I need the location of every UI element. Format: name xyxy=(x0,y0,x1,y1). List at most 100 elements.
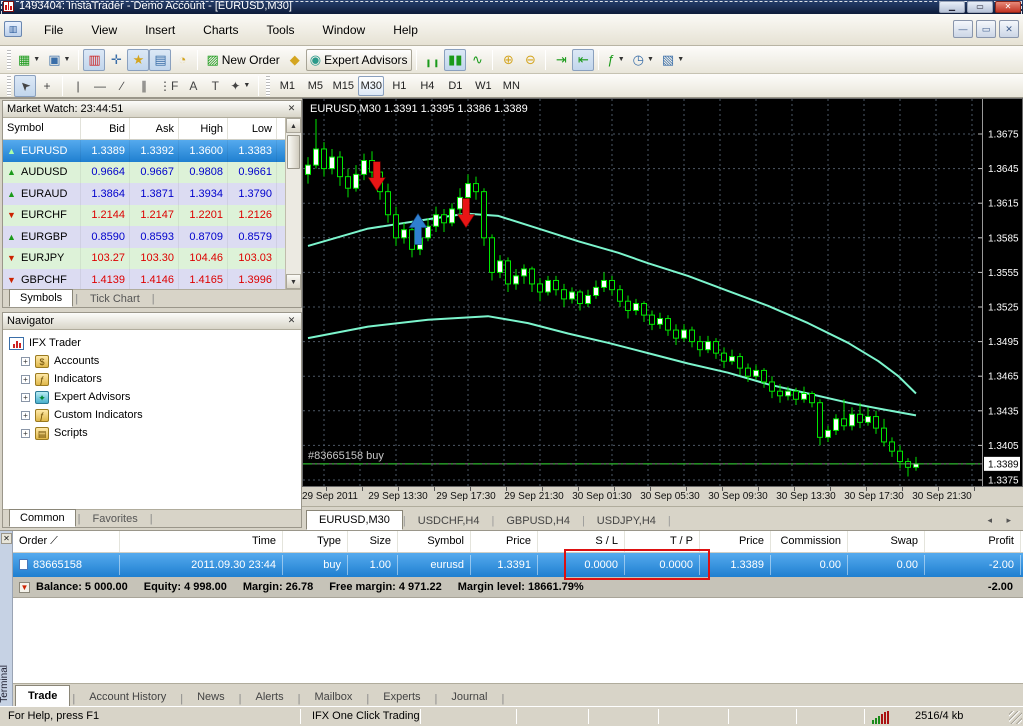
market-watch-scrollbar[interactable]: ▲ ▼ xyxy=(285,118,301,289)
market-watch-row-eurjpy[interactable]: ▼EURJPY103.27103.30104.46103.03 xyxy=(3,248,285,270)
title-bar[interactable]: 1493404: InstaTrader - Demo Account - [E… xyxy=(0,0,1023,14)
mdi-minimize-button[interactable]: — xyxy=(953,20,973,38)
navigator-close-icon[interactable]: ✕ xyxy=(285,315,298,328)
templates-button[interactable]: ▧▼ xyxy=(658,49,688,71)
navigator-toggle[interactable]: ★ xyxy=(127,49,149,71)
minimize-button[interactable]: ▁ xyxy=(939,1,965,13)
vertical-line-tool[interactable]: | xyxy=(67,75,89,97)
timeframe-w1[interactable]: W1 xyxy=(470,76,496,96)
terminal-close-icon[interactable]: ✕ xyxy=(1,533,12,544)
terminal-column-sl[interactable]: S / L xyxy=(538,531,625,552)
market-watch-toggle[interactable]: ▥ xyxy=(83,49,105,71)
resize-grip[interactable] xyxy=(1009,711,1022,724)
menu-tools[interactable]: Tools xyxy=(253,19,309,41)
timeframe-m5[interactable]: M5 xyxy=(302,76,328,96)
text-tool[interactable]: A xyxy=(182,75,204,97)
fibonacci-tool[interactable]: ⋮F xyxy=(155,75,182,97)
terminal-column-price[interactable]: Price xyxy=(471,531,538,552)
navigator-item-indicators[interactable]: +ƒIndicators xyxy=(21,370,301,388)
terminal-column-time[interactable]: Time xyxy=(120,531,283,552)
zoom-in-button[interactable]: ⊕ xyxy=(497,49,519,71)
bar-chart-button[interactable]: ╻╻ xyxy=(421,49,445,71)
periods-button[interactable]: ◷▼ xyxy=(629,49,658,71)
alert-icon[interactable]: ◆ xyxy=(284,49,306,71)
timeframe-mn[interactable]: MN xyxy=(498,76,524,96)
timeframe-m30[interactable]: M30 xyxy=(358,76,384,96)
market-watch-row-eurgbp[interactable]: ▲EURGBP0.85900.85930.87090.8579 xyxy=(3,226,285,248)
one-click-trading-label[interactable]: IFX One Click Trading xyxy=(312,710,420,722)
order-row[interactable]: 836651582011.09.30 23:44buy1.00eurusd1.3… xyxy=(13,553,1023,577)
timeframe-h1[interactable]: H1 xyxy=(386,76,412,96)
channel-tool[interactable]: ∥ xyxy=(133,75,155,97)
terminal-column-type[interactable]: Type xyxy=(283,531,348,552)
market-watch-row-eurusd[interactable]: ▲EURUSD1.33891.33921.36001.3383 xyxy=(3,140,285,162)
crosshair-tool[interactable]: + xyxy=(36,75,58,97)
terminal-tab-alerts[interactable]: Alerts xyxy=(243,687,295,707)
terminal-tab-mailbox[interactable]: Mailbox xyxy=(302,687,364,707)
terminal-tab-account-history[interactable]: Account History xyxy=(77,687,178,707)
mdi-restore-button[interactable]: ▭ xyxy=(976,20,996,38)
timeframe-m15[interactable]: M15 xyxy=(330,76,356,96)
menu-file[interactable]: File xyxy=(30,19,77,41)
expand-plus-icon[interactable]: + xyxy=(21,429,30,438)
market-watch-tab-tick-chart[interactable]: Tick Chart xyxy=(80,291,150,307)
new-order-button[interactable]: ▨New Order xyxy=(202,49,283,71)
trendline-tool[interactable]: ∕ xyxy=(111,75,133,97)
expand-plus-icon[interactable]: + xyxy=(21,393,30,402)
menu-charts[interactable]: Charts xyxy=(189,19,252,41)
terminal-column-swap[interactable]: Swap xyxy=(848,531,925,552)
chart-tab-eurusd-m30[interactable]: EURUSD,M30 xyxy=(306,510,403,530)
market-watch-row-euraud[interactable]: ▲EURAUD1.38641.38711.39341.3790 xyxy=(3,183,285,205)
indicators-list-button[interactable]: ƒ▼ xyxy=(603,49,628,71)
terminal-column-price[interactable]: Price xyxy=(700,531,771,552)
menu-window[interactable]: Window xyxy=(309,19,380,41)
terminal-tab-news[interactable]: News xyxy=(185,687,237,707)
scroll-thumb[interactable] xyxy=(287,135,300,169)
navigator-title[interactable]: Navigator ✕ xyxy=(3,313,301,330)
label-tool[interactable]: T xyxy=(204,75,226,97)
navigator-item-accounts[interactable]: +$Accounts xyxy=(21,352,301,370)
navigator-tab-common[interactable]: Common xyxy=(9,509,76,527)
new-chart-button[interactable]: ▦▼ xyxy=(14,49,44,71)
close-button[interactable]: ✕ xyxy=(995,1,1021,13)
chart-tab-usdjpy-h4[interactable]: USDJPY,H4 xyxy=(585,512,668,530)
scroll-up-icon[interactable]: ▲ xyxy=(286,118,301,133)
market-watch-tab-symbols[interactable]: Symbols xyxy=(9,289,73,307)
expand-plus-icon[interactable]: + xyxy=(21,411,30,420)
arrows-tool[interactable]: ✦▼ xyxy=(226,75,254,97)
menu-help[interactable]: Help xyxy=(379,19,432,41)
timeframe-d1[interactable]: D1 xyxy=(442,76,468,96)
column-header-ask[interactable]: Ask xyxy=(130,118,179,139)
column-header-symbol[interactable]: Symbol xyxy=(3,118,81,139)
expand-plus-icon[interactable]: + xyxy=(21,357,30,366)
navigator-root-ifx-trader[interactable]: IFX Trader xyxy=(9,334,301,352)
terminal-tab-trade[interactable]: Trade xyxy=(15,685,70,707)
zoom-out-button[interactable]: ⊖ xyxy=(519,49,541,71)
market-watch-row-audusd[interactable]: ▲AUDUSD0.96640.96670.98080.9661 xyxy=(3,162,285,184)
market-watch-title[interactable]: Market Watch: 23:44:51 ✕ xyxy=(3,101,301,118)
market-watch-row-gbpchf[interactable]: ▼GBPCHF1.41391.41461.41651.3996 xyxy=(3,269,285,289)
terminal-column-size[interactable]: Size xyxy=(348,531,398,552)
profiles-button[interactable]: ▣▼ xyxy=(44,49,74,71)
candlestick-chart-button[interactable]: ▮▮ xyxy=(444,49,466,71)
cursor-tool[interactable]: ➤ xyxy=(14,75,36,97)
maximize-button[interactable]: ▭ xyxy=(967,1,993,13)
expert-advisors-button[interactable]: ◉Expert Advisors xyxy=(306,49,412,71)
chart-window-icon[interactable]: ▥ xyxy=(4,21,22,37)
menu-view[interactable]: View xyxy=(77,19,131,41)
market-watch-close-icon[interactable]: ✕ xyxy=(285,103,298,116)
scroll-down-icon[interactable]: ▼ xyxy=(286,274,301,289)
column-header-bid[interactable]: Bid xyxy=(81,118,130,139)
expand-plus-icon[interactable]: + xyxy=(21,375,30,384)
chart-shift-button[interactable]: ⇤ xyxy=(572,49,594,71)
line-chart-button[interactable]: ∿ xyxy=(466,49,488,71)
terminal-column-order[interactable]: Order ⟋ xyxy=(13,531,120,552)
navigator-item-custom-indicators[interactable]: +ƒCustom Indicators xyxy=(21,406,301,424)
chart-tab-usdchf-h4[interactable]: USDCHF,H4 xyxy=(406,512,492,530)
column-header-high[interactable]: High xyxy=(179,118,228,139)
chart-area[interactable]: #83665158 buy1.36751.36451.36151.35851.3… xyxy=(302,98,1023,487)
navigator-item-scripts[interactable]: +▤Scripts xyxy=(21,424,301,442)
timeframe-h4[interactable]: H4 xyxy=(414,76,440,96)
menu-insert[interactable]: Insert xyxy=(131,19,189,41)
chart-tab-gbpusd-h4[interactable]: GBPUSD,H4 xyxy=(494,512,582,530)
